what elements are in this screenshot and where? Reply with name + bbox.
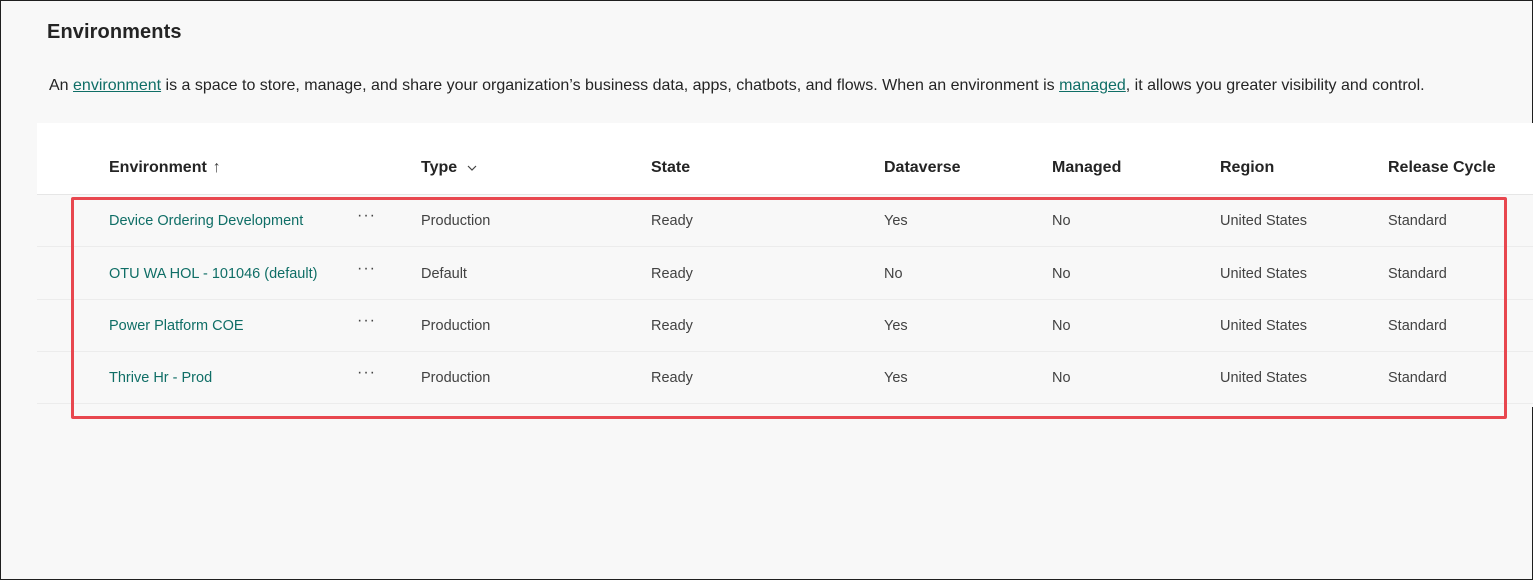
page-description: An environment is a space to store, mana… <box>49 77 1425 95</box>
column-header-release-cycle[interactable]: Release Cycle <box>1388 159 1496 177</box>
window-frame: Environments An environment is a space t… <box>0 0 1533 580</box>
chevron-down-icon <box>467 165 477 171</box>
column-header-environment[interactable]: Environment ↑ <box>109 159 221 177</box>
column-header-managed[interactable]: Managed <box>1052 159 1121 177</box>
description-suffix: , it allows you greater visibility and c… <box>1125 77 1425 94</box>
column-header-state[interactable]: State <box>651 159 690 177</box>
column-header-dataverse[interactable]: Dataverse <box>884 159 961 177</box>
description-middle: is a space to store, manage, and share y… <box>161 77 1060 94</box>
environment-link[interactable]: environment <box>73 77 161 94</box>
column-header-environment-label: Environment <box>109 159 207 176</box>
managed-link[interactable]: managed <box>1059 77 1126 94</box>
column-header-type[interactable]: Type <box>421 159 477 177</box>
column-header-region[interactable]: Region <box>1220 159 1274 177</box>
page-title: Environments <box>47 21 182 43</box>
description-prefix: An <box>49 77 74 94</box>
table-header: Environment ↑ Type State Dataverse Manag… <box>37 123 1533 195</box>
highlight-box <box>71 197 1507 419</box>
column-header-type-label: Type <box>421 159 458 176</box>
sort-ascending-icon: ↑ <box>212 159 221 176</box>
